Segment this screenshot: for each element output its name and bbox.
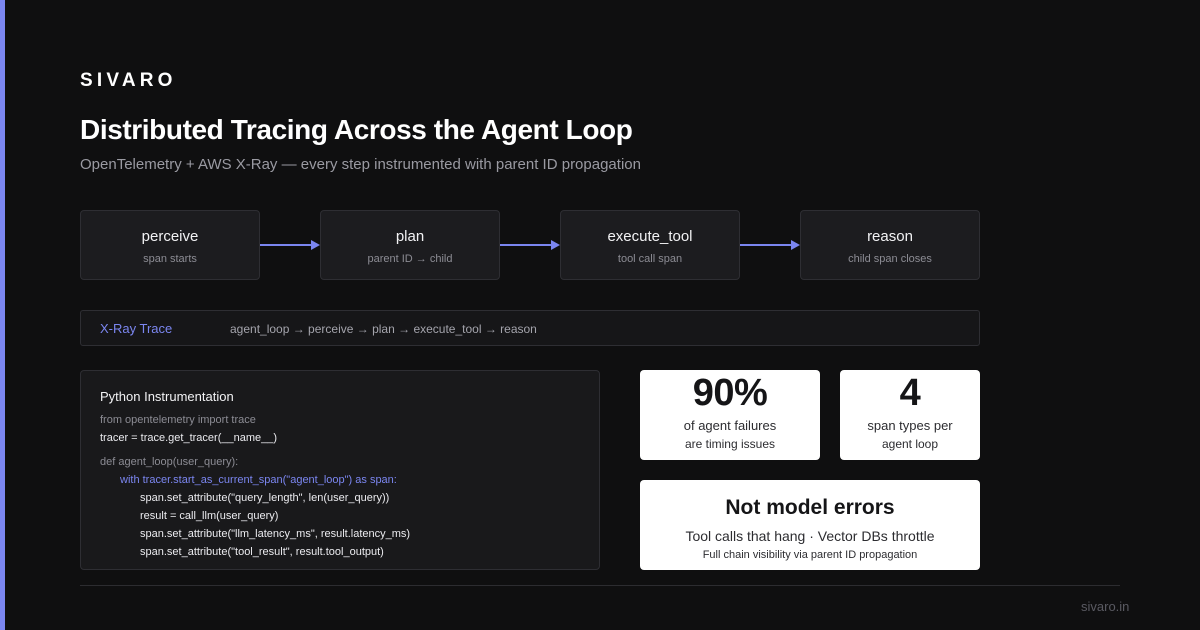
code-title: Python Instrumentation bbox=[100, 389, 234, 404]
footer-url: sivaro.in bbox=[1081, 599, 1130, 614]
flow-node-desc: tool call span bbox=[617, 253, 683, 265]
code-line: span.set_attribute("query_length", len(u… bbox=[140, 492, 390, 504]
flow-node-execute-tool: execute_tool tool call span bbox=[560, 210, 740, 280]
flow-node-desc: span starts bbox=[143, 253, 197, 265]
brand-logo: SIVARO bbox=[80, 70, 177, 91]
stat-caption: span types per bbox=[867, 418, 953, 433]
stat-card-span-types: 4 span types per agent loop bbox=[840, 370, 980, 460]
flow-node-name: execute_tool bbox=[607, 228, 693, 245]
stat-caption: of agent failures bbox=[683, 418, 777, 433]
code-line: span.set_attribute("llm_latency_ms", res… bbox=[140, 528, 411, 540]
flow-node-name: reason bbox=[867, 228, 913, 245]
stat-card-failures: 90% of agent failures are timing issues bbox=[640, 370, 820, 460]
flow-node-reason: reason child span closes bbox=[800, 210, 980, 280]
trace-path: agent_loop → perceive → plan → execute_t… bbox=[230, 322, 537, 336]
code-line: span.set_attribute("tool_result", result… bbox=[140, 546, 384, 558]
code-line: with tracer.start_as_current_span("agent… bbox=[120, 474, 397, 486]
xray-trace-bar: X-Ray Trace agent_loop → perceive → plan… bbox=[80, 310, 980, 346]
flow-arrow-icon bbox=[500, 240, 560, 250]
flow-arrow-icon bbox=[740, 240, 800, 250]
stat-value: 4 bbox=[899, 372, 921, 414]
callout-card: Not model errors Tool calls that hang · … bbox=[640, 480, 980, 570]
flow-node-perceive: perceive span starts bbox=[80, 210, 260, 280]
callout-text: Tool calls that hang · Vector DBs thrott… bbox=[685, 528, 935, 544]
code-line: result = call_llm(user_query) bbox=[140, 510, 279, 522]
callout-note: Full chain visibility via parent ID prop… bbox=[702, 549, 918, 561]
page-title: Distributed Tracing Across the Agent Loo… bbox=[80, 114, 633, 145]
code-line: def agent_loop(user_query): bbox=[100, 456, 239, 468]
stat-caption: are timing issues bbox=[684, 437, 776, 451]
code-line: from opentelemetry import trace bbox=[100, 414, 256, 426]
flow-node-desc: parent ID → child bbox=[367, 253, 453, 265]
flow-node-plan: plan parent ID → child bbox=[320, 210, 500, 280]
footer-divider bbox=[80, 585, 1120, 586]
stat-caption: agent loop bbox=[881, 437, 939, 451]
flow-arrow-icon bbox=[260, 240, 320, 250]
callout-title: Not model errors bbox=[725, 496, 895, 519]
flow-node-name: perceive bbox=[141, 228, 199, 245]
accent-bar bbox=[0, 0, 5, 630]
trace-label: X-Ray Trace bbox=[100, 321, 173, 336]
flow-node-desc: child span closes bbox=[848, 253, 932, 265]
page-subtitle: OpenTelemetry + AWS X-Ray — every step i… bbox=[80, 156, 641, 173]
code-line: tracer = trace.get_tracer(__name__) bbox=[100, 432, 278, 444]
flow-node-name: plan bbox=[395, 228, 425, 245]
stat-value: 90% bbox=[692, 372, 768, 414]
code-panel: Python Instrumentation from opentelemetr… bbox=[80, 370, 600, 570]
